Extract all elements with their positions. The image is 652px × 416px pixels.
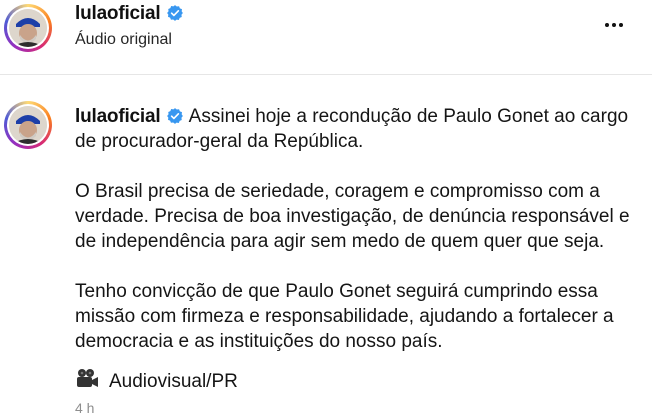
caption-paragraph-2: O Brasil precisa de seriedade, coragem e…	[75, 181, 630, 252]
verified-badge-icon	[167, 108, 184, 124]
credit-text: Audiovisual/PR	[109, 371, 238, 392]
header-username[interactable]: lulaoficial	[75, 3, 184, 25]
more-options-button[interactable]	[603, 14, 624, 32]
movie-camera-icon	[77, 369, 98, 387]
profile-photo	[9, 106, 47, 144]
caption-username[interactable]: lulaoficial	[75, 106, 161, 127]
verified-badge-icon	[167, 5, 184, 21]
profile-photo	[9, 9, 47, 47]
caption-paragraph: lulaoficial Assinei hoje a recondução de…	[75, 104, 640, 154]
more-horizontal-icon	[604, 23, 609, 27]
caption-avatar[interactable]	[4, 101, 52, 149]
avatar[interactable]	[4, 4, 52, 52]
audio-label[interactable]: Áudio original	[75, 31, 172, 49]
photo-credit: Audiovisual/PR	[75, 368, 238, 393]
post-header: lulaoficial Áudio original	[0, 0, 652, 75]
caption-text: lulaoficial Assinei hoje a recondução de…	[75, 104, 640, 379]
caption-paragraph-3: Tenho convicção de que Paulo Gonet segui…	[75, 281, 614, 352]
username-text[interactable]: lulaoficial	[75, 3, 161, 24]
post-timestamp[interactable]: 4 h	[75, 400, 94, 416]
